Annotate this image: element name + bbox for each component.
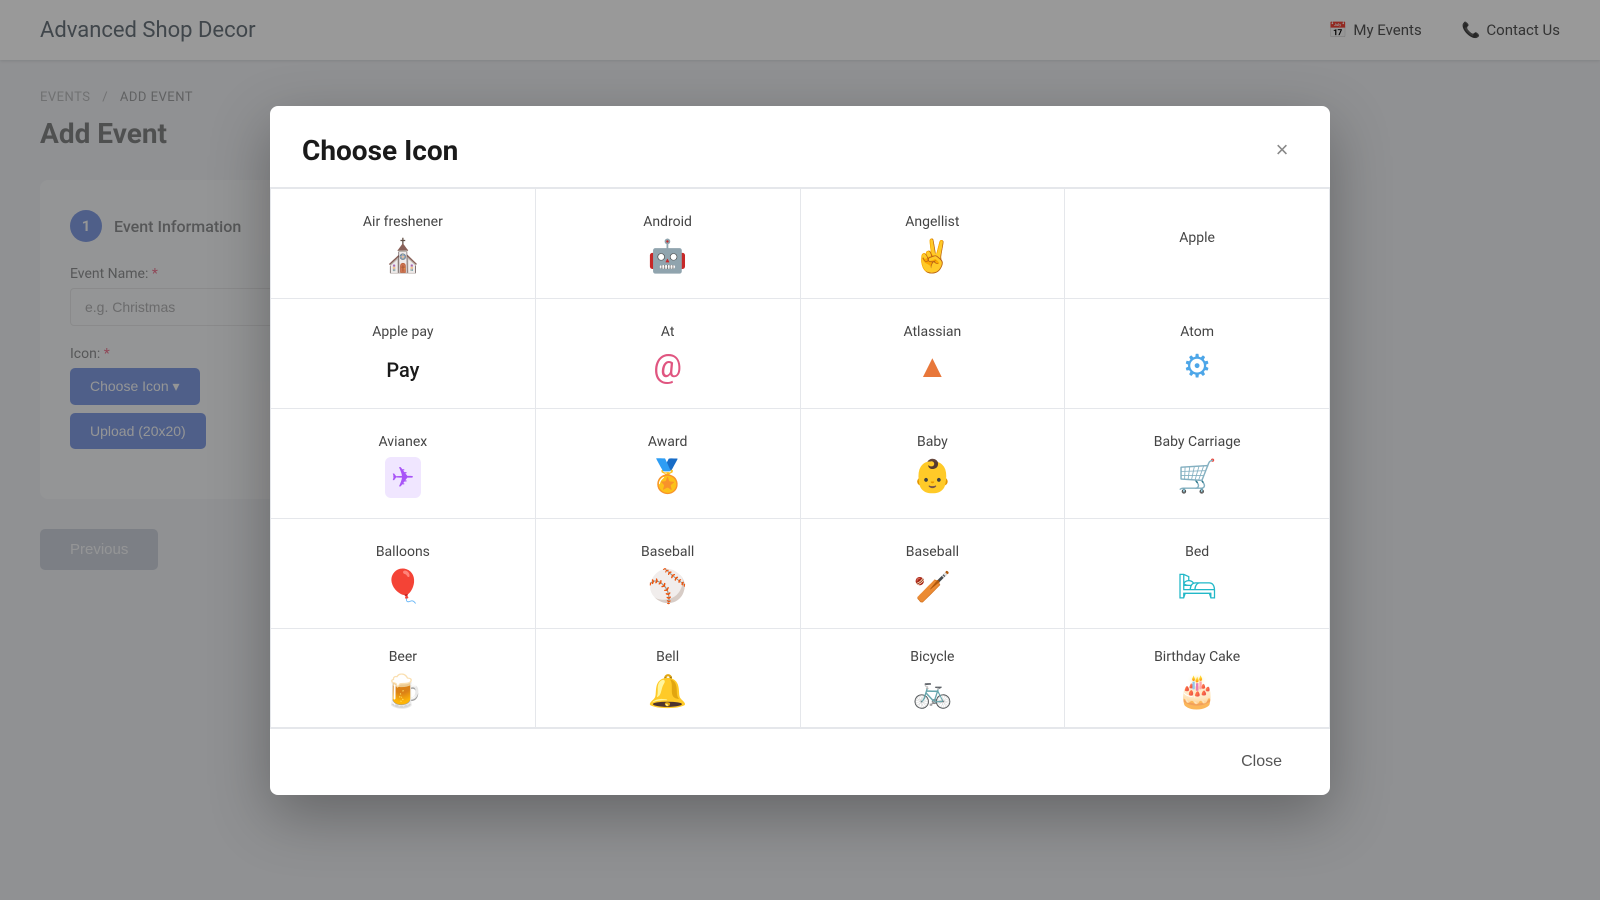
- icon-symbol: ▲: [917, 350, 949, 382]
- icon-cell-bed-15[interactable]: Bed 🛏: [1065, 519, 1330, 629]
- icon-symbol: 🎂: [1177, 675, 1217, 707]
- icon-symbol: ⚾: [648, 570, 688, 602]
- icon-cell-beer-16[interactable]: Beer 🍺: [271, 629, 536, 728]
- modal-title: Choose Icon: [302, 134, 458, 167]
- icon-label: Award: [648, 434, 688, 450]
- icon-cell-apple-3[interactable]: Apple: [1065, 189, 1330, 299]
- icon-cell-angellist-2[interactable]: Angellist ✌️: [801, 189, 1066, 299]
- icon-label: Android: [643, 214, 692, 230]
- icon-label: Air freshener: [363, 214, 443, 230]
- icon-label: Balloons: [376, 544, 430, 560]
- icon-cell-bicycle-18[interactable]: Bicycle 🚲: [801, 629, 1066, 728]
- icon-symbol: Pay: [386, 350, 419, 382]
- modal-header: Choose Icon ×: [270, 106, 1330, 188]
- icon-cell-baby-carriage-11[interactable]: Baby Carriage 🛒: [1065, 409, 1330, 519]
- modal-overlay[interactable]: Choose Icon × Air freshener ⛪ Android 🤖 …: [0, 0, 1600, 900]
- icon-label: Baseball: [906, 544, 959, 560]
- icon-symbol: 🛏: [1177, 570, 1218, 602]
- icon-label: Apple: [1179, 230, 1215, 246]
- icon-label: Atlassian: [903, 324, 961, 340]
- icon-symbol: @: [653, 350, 682, 382]
- icon-symbol: 🚲: [912, 675, 952, 707]
- icon-cell-bell-17[interactable]: Bell 🔔: [536, 629, 801, 728]
- icon-cell-atom-7[interactable]: Atom ⚙: [1065, 299, 1330, 409]
- icon-grid: Air freshener ⛪ Android 🤖 Angellist ✌️ A…: [270, 188, 1330, 728]
- icon-label: Apple pay: [372, 324, 433, 340]
- icon-cell-apple-pay-4[interactable]: Apple pay Pay: [271, 299, 536, 409]
- icon-label: Avianex: [379, 434, 428, 450]
- icon-symbol: 🤖: [648, 240, 688, 272]
- icon-symbol: ⚙: [1183, 350, 1212, 382]
- modal-close-button[interactable]: Close: [1225, 745, 1298, 779]
- icon-symbol: 🏅: [648, 460, 688, 492]
- icon-label: Bicycle: [910, 649, 954, 665]
- icon-symbol: 🎈: [383, 570, 423, 602]
- icon-symbol: 👶: [912, 460, 952, 492]
- icon-symbol: 🔔: [648, 675, 688, 707]
- icon-label: Birthday Cake: [1154, 649, 1240, 665]
- icon-symbol: 🍺: [383, 675, 423, 707]
- icon-cell-balloons-12[interactable]: Balloons 🎈: [271, 519, 536, 629]
- icon-cell-android-1[interactable]: Android 🤖: [536, 189, 801, 299]
- icon-label: Bell: [656, 649, 679, 665]
- icon-label: Atom: [1180, 324, 1214, 340]
- choose-icon-modal: Choose Icon × Air freshener ⛪ Android 🤖 …: [270, 106, 1330, 795]
- icon-cell-air-freshener-0[interactable]: Air freshener ⛪: [271, 189, 536, 299]
- modal-close-x-button[interactable]: ×: [1266, 134, 1298, 166]
- icon-label: Baby Carriage: [1154, 434, 1241, 450]
- modal-footer: Close: [270, 728, 1330, 795]
- icon-label: Angellist: [905, 214, 959, 230]
- icon-cell-birthday-cake-19[interactable]: Birthday Cake 🎂: [1065, 629, 1330, 728]
- icon-label: Beer: [389, 649, 417, 665]
- icon-cell-baseball-13[interactable]: Baseball ⚾: [536, 519, 801, 629]
- icon-label: Baby: [917, 434, 948, 450]
- icon-cell-award-9[interactable]: Award 🏅: [536, 409, 801, 519]
- icon-symbol: ⛪: [383, 240, 423, 272]
- icon-cell-baby-10[interactable]: Baby 👶: [801, 409, 1066, 519]
- icon-cell-atlassian-6[interactable]: Atlassian ▲: [801, 299, 1066, 409]
- modal-body[interactable]: Air freshener ⛪ Android 🤖 Angellist ✌️ A…: [270, 188, 1330, 728]
- icon-label: Baseball: [641, 544, 694, 560]
- icon-label: Bed: [1185, 544, 1209, 560]
- icon-cell-avianex-8[interactable]: Avianex ✈: [271, 409, 536, 519]
- icon-symbol: ✈: [385, 460, 420, 492]
- icon-symbol: ✌️: [912, 240, 952, 272]
- icon-cell-at-5[interactable]: At @: [536, 299, 801, 409]
- icon-label: At: [661, 324, 675, 340]
- icon-symbol: 🏏: [914, 570, 951, 603]
- icon-cell-baseball-14[interactable]: Baseball 🏏: [801, 519, 1066, 629]
- icon-symbol: 🛒: [1177, 460, 1217, 492]
